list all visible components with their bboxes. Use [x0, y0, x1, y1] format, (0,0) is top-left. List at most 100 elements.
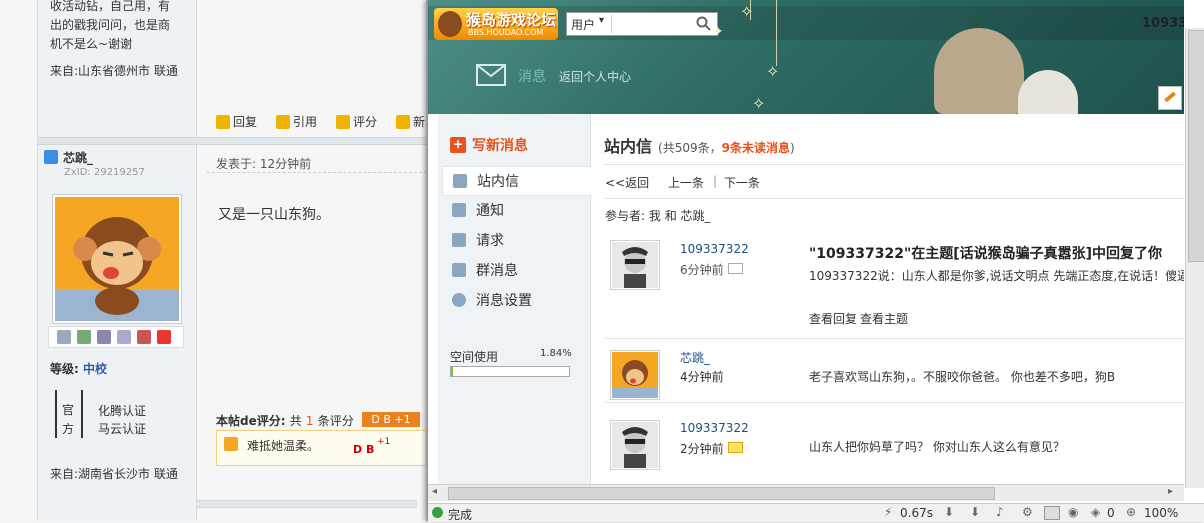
rater-avatar-icon	[224, 437, 238, 451]
sidebar-item-request[interactable]: 请求	[442, 226, 592, 254]
gear-icon[interactable]: ⚙	[1022, 505, 1033, 519]
official-badge: 官 方	[55, 390, 83, 438]
rating-badge: D B +1	[362, 412, 420, 427]
monkey-logo-icon	[438, 11, 462, 37]
monkey-avatar-image	[612, 352, 658, 398]
sender-avatar[interactable]	[610, 420, 660, 470]
new-icon	[396, 114, 410, 129]
sidebar-item-notice[interactable]: 通知	[442, 196, 592, 224]
message-item: 109337322 6分钟前 "109337322"在主题[话说猴岛骗子真嚣张]…	[604, 230, 1184, 339]
search-box[interactable]: 用户 ▾	[566, 12, 718, 36]
sender-avatar[interactable]	[610, 350, 660, 400]
back-to-profile-link[interactable]: 返回个人中心	[559, 68, 631, 85]
quote-icon	[276, 114, 290, 129]
sender-avatar[interactable]	[610, 240, 660, 290]
new-button[interactable]: 新	[396, 113, 425, 130]
scroll-thumb[interactable]	[1188, 30, 1204, 262]
space-usage-label: 空间使用	[450, 350, 499, 364]
sidebar-item-inbox[interactable]: 站内信	[442, 166, 593, 196]
rate-button[interactable]: 评分	[336, 113, 377, 130]
envelope-icon	[476, 64, 506, 86]
cert-alibaba: 马云认证	[98, 422, 147, 436]
shield-icon[interactable]: ◈	[1091, 505, 1100, 519]
horizontal-scrollbar[interactable]: ◂ ▸	[428, 484, 1184, 501]
star-decoration: ✧	[766, 62, 780, 81]
arrow-down-icon[interactable]: ⬇	[970, 505, 980, 519]
sidebar-item-group[interactable]: 群消息	[442, 256, 592, 284]
prev-link[interactable]: 上一条	[668, 174, 704, 191]
monkey-avatar-image	[55, 197, 179, 321]
space-usage-percent: 1.84%	[540, 348, 572, 359]
mail-icon[interactable]	[57, 330, 71, 344]
message-item: 芯跳_ 4分钟前 老子喜欢骂山东狗，。不服咬你爸爸。 你也差不多吧，狗B	[604, 338, 1184, 403]
qq-icon[interactable]	[157, 330, 171, 344]
rating-header: 本帖de评分: 共 1 条评分	[216, 414, 354, 428]
sender-name[interactable]: 109337322	[680, 242, 749, 256]
post2-time: 发表于: 12分钟前	[216, 157, 312, 171]
back-link[interactable]: <<返回	[605, 174, 649, 191]
search-posts-icon[interactable]	[97, 330, 111, 344]
message-popup-window: 猴岛游戏论坛 BBS.HOUDAO.COM 用户 ▾ 109337 ✧ ✦ ✧ …	[426, 0, 1204, 522]
search-icon[interactable]	[696, 16, 711, 31]
zoom-level[interactable]: 100%	[1144, 506, 1178, 520]
teddy-bear-image-2	[1018, 70, 1078, 114]
message-body: 109337322说：山东人都是你爹,说话文明点 先端正态度,在说话！傻逼	[809, 269, 1184, 283]
quote-button[interactable]: 引用	[276, 113, 317, 130]
view-reply-link[interactable]: 查看回复	[809, 310, 857, 327]
chevron-down-icon: ▾	[599, 15, 605, 26]
sender-name[interactable]: 芯跳_	[680, 349, 710, 366]
teddy-bear-image	[934, 28, 1024, 114]
post-separator	[37, 137, 437, 145]
next-link[interactable]: 下一条	[724, 174, 760, 191]
user-id[interactable]: 109337	[1142, 16, 1184, 31]
search-select[interactable]: 用户	[571, 16, 595, 33]
message-time: 4分钟前	[680, 370, 724, 384]
view-thread-link[interactable]: 查看主题	[860, 310, 908, 327]
window-icon[interactable]	[1044, 506, 1060, 520]
post2-content: 又是一只山东狗。	[218, 207, 330, 223]
sender-name[interactable]: 109337322	[680, 421, 749, 435]
reply-button[interactable]: 回复	[216, 113, 257, 130]
vertical-scrollbar[interactable]	[1185, 28, 1204, 488]
hscroll-thumb[interactable]	[448, 487, 995, 500]
man-sunglasses-avatar	[612, 242, 658, 288]
cert-tencent: 化腾认证	[98, 404, 147, 418]
space-usage-fill	[451, 367, 453, 376]
mail-icon	[453, 174, 467, 188]
lightning-icon: ⚡	[884, 505, 893, 519]
chat-icon	[452, 263, 466, 277]
post2-avatar[interactable]	[52, 194, 182, 324]
rating-box: 难抵她温柔。 D B +1	[216, 430, 428, 466]
star-decoration: ✦	[712, 24, 724, 40]
rating-comment: 难抵她温柔。	[247, 439, 320, 453]
site-logo[interactable]: 猴岛游戏论坛 BBS.HOUDAO.COM	[434, 8, 558, 40]
message-item: 109337322 2分钟前 山东人把你妈草了吗？ 你对山东人这么有意见？	[604, 408, 1184, 484]
settings-icon	[452, 293, 466, 307]
space-usage-bar	[450, 366, 570, 377]
eye-icon[interactable]: ◉	[1068, 505, 1078, 519]
message-subject[interactable]: "109337322"在主题[话说猴岛骗子真嚣张]中回复了你	[809, 243, 1184, 263]
add-friend-icon[interactable]	[77, 330, 91, 344]
man-sunglasses-avatar	[612, 422, 658, 468]
message-time: 2分钟前	[680, 442, 724, 456]
speaker-icon[interactable]: ♪	[996, 505, 1004, 519]
blocks-icon[interactable]	[137, 330, 151, 344]
download-icon[interactable]: ⬇	[944, 505, 954, 519]
post1-text-line3: 机不是么~谢谢	[50, 37, 133, 51]
header-banner: 猴岛游戏论坛 BBS.HOUDAO.COM 用户 ▾ 109337 ✧ ✦ ✧ …	[428, 0, 1184, 114]
post2-username[interactable]: 芯跳_	[63, 149, 93, 166]
user-tools-bar	[48, 326, 184, 348]
message-body: 山东人把你妈草了吗？ 你对山东人这么有意见？	[809, 440, 1065, 454]
sidebar-item-settings[interactable]: 消息设置	[442, 286, 592, 314]
unread-count[interactable]: 9条未读消息	[722, 139, 790, 156]
done-icon	[432, 507, 443, 518]
edit-icon[interactable]	[1158, 86, 1182, 110]
magnifier-icon[interactable]: ⊕	[1126, 505, 1136, 519]
unread-envelope-icon	[728, 442, 743, 453]
browser-status-bar: 完成 ⚡ 0.67s ⬇ ⬇ ♪ ⚙ ◉ ◈ 0 ⊕ 100%	[428, 503, 1204, 522]
scroll-right-icon[interactable]: ▸	[1168, 486, 1173, 497]
divider	[207, 172, 432, 174]
profile-icon[interactable]	[117, 330, 131, 344]
read-envelope-icon	[728, 263, 743, 274]
scroll-left-icon[interactable]: ◂	[432, 486, 437, 497]
